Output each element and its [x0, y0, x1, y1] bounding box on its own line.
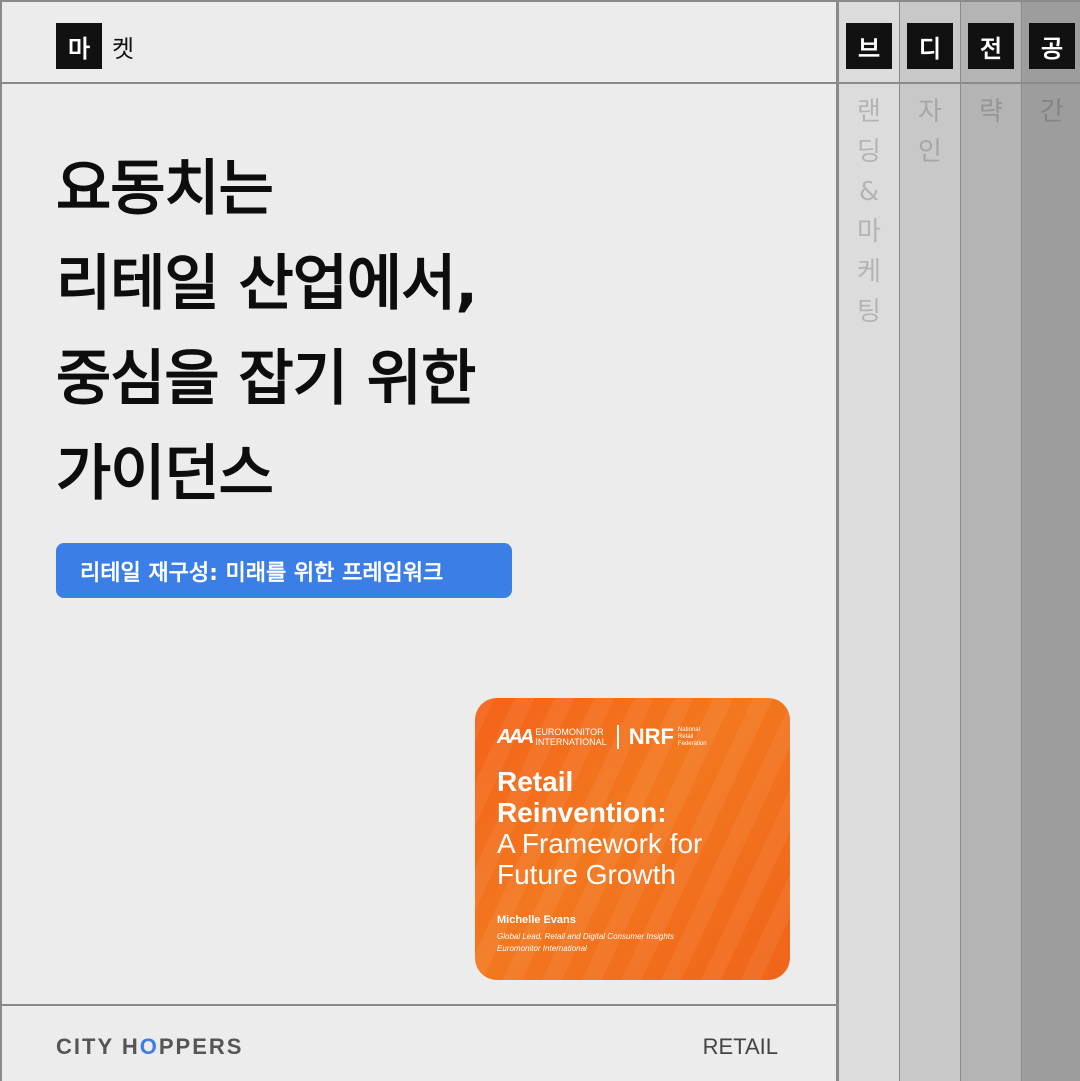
- euromonitor-line-2: INTERNATIONAL: [535, 737, 607, 747]
- side-tab-head: 공: [1022, 2, 1080, 84]
- side-tab-branding[interactable]: 브 랜 딩 & 마 케 팅: [838, 2, 899, 1081]
- tab-marketing-chip[interactable]: 마: [56, 23, 102, 69]
- side-tab-vertical-label: 간: [1022, 92, 1080, 132]
- report-cover: AAA EUROMONITOR INTERNATIONAL NRF Nation…: [475, 698, 790, 980]
- vertical-char: &: [858, 177, 880, 207]
- report-title-line-3: A Framework for: [497, 828, 703, 859]
- euromonitor-wordmark: EUROMONITOR INTERNATIONAL: [535, 727, 606, 747]
- side-tab-strategy[interactable]: 전 략: [960, 2, 1021, 1081]
- side-tab-head: 브: [839, 2, 899, 84]
- vertical-char: 케: [857, 257, 881, 287]
- top-tab-row: 마 켓: [2, 2, 836, 84]
- headline-line-4: 가이던스: [56, 439, 274, 509]
- side-tab-chip[interactable]: 전: [968, 23, 1014, 69]
- brand-part-2: PPERS: [158, 1034, 244, 1059]
- report-role-line-1: Global Lead, Retail and Digital Consumer…: [497, 932, 674, 941]
- euromonitor-logo-icon: AAA: [497, 725, 534, 748]
- nrf-line-3: Federation: [677, 740, 707, 747]
- nrf-logo: NRF: [628, 724, 674, 749]
- vertical-char: 딩: [857, 137, 881, 167]
- side-tab-head: 전: [961, 2, 1021, 84]
- logo-divider: [616, 725, 619, 749]
- report-author-role: Global Lead, Retail and Digital Consumer…: [497, 931, 674, 955]
- side-tab-vertical-label: 략: [961, 92, 1021, 132]
- category-label: RETAIL: [702, 1034, 778, 1059]
- headline-line-1: 요동치는: [56, 154, 274, 224]
- euromonitor-line-1: EUROMONITOR: [535, 727, 604, 737]
- vertical-char: 자: [918, 97, 942, 127]
- brand-part-1: CITY H: [56, 1034, 140, 1059]
- side-tab-chip[interactable]: 디: [907, 23, 953, 69]
- side-tab-chip[interactable]: 브: [846, 23, 892, 69]
- vertical-char: 랜: [857, 97, 881, 127]
- report-title-line-2: Reinvention:: [497, 797, 667, 828]
- headline: 요동치는 리테일 산업에서, 중심을 잡기 위한 가이던스: [56, 142, 816, 522]
- tab-marketing-rest: 켓: [112, 34, 135, 63]
- subtitle-badge: 리테일 재구성: 미래를 위한 프레임워크: [56, 543, 512, 598]
- headline-line-3: 중심을 잡기 위한: [56, 344, 476, 414]
- vertical-char: 간: [1040, 97, 1064, 127]
- report-title-line-1: Retail: [497, 766, 574, 797]
- brand-o-mark: O: [139, 1034, 159, 1059]
- brand-logo: CITY HOPPERS: [56, 1034, 243, 1060]
- headline-line-2: 리테일 산업에서,: [56, 249, 478, 319]
- report-author: Michelle Evans: [497, 914, 576, 926]
- main-panel: 마 켓 요동치는 리테일 산업에서, 중심을 잡기 위한 가이던스 리테일 재구…: [2, 2, 838, 1081]
- side-tab-space[interactable]: 공 간: [1021, 2, 1080, 1081]
- report-logos: AAA EUROMONITOR INTERNATIONAL NRF Nation…: [497, 724, 707, 750]
- vertical-char: 팅: [857, 297, 881, 327]
- nrf-wordmark: National Retail Federation: [678, 727, 707, 748]
- card-frame: 마 켓 요동치는 리테일 산업에서, 중심을 잡기 위한 가이던스 리테일 재구…: [0, 0, 1080, 1081]
- vertical-char: 인: [918, 137, 942, 167]
- nrf-line-2: Retail: [677, 733, 694, 740]
- side-tab-head: 디: [900, 2, 960, 84]
- report-role-line-2: Euromonitor International: [497, 944, 587, 953]
- nrf-line-1: National: [677, 726, 700, 733]
- footer-row: CITY HOPPERS RETAIL: [2, 1004, 836, 1081]
- vertical-char: 략: [979, 97, 1003, 127]
- vertical-char: 마: [857, 217, 881, 247]
- report-title-line-4: Future Growth: [497, 859, 676, 890]
- side-tab-design[interactable]: 디 자 인: [899, 2, 960, 1081]
- side-tab-vertical-label: 자 인: [900, 92, 960, 172]
- side-tab-chip[interactable]: 공: [1029, 23, 1075, 69]
- side-tab-vertical-label: 랜 딩 & 마 케 팅: [839, 92, 899, 332]
- report-title: Retail Reinvention: A Framework for Futu…: [497, 766, 777, 890]
